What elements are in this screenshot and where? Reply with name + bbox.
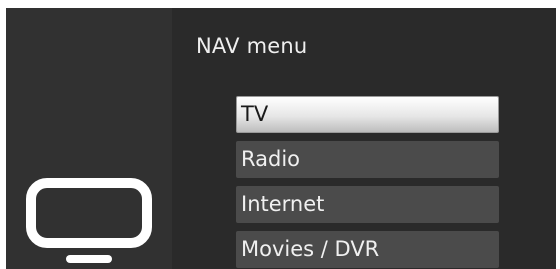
menu-item-label: Movies / DVR — [241, 237, 380, 261]
menu-item-label: Radio — [241, 147, 301, 171]
menu-item-movies-dvr[interactable]: Movies / DVR — [236, 231, 499, 268]
menu-title: NAV menu — [196, 34, 308, 58]
tv-icon-stand — [66, 255, 112, 263]
menu-item-internet[interactable]: Internet — [236, 186, 499, 223]
menu-item-label: Internet — [241, 192, 325, 216]
nav-menu-list: TV Radio Internet Movies / DVR — [236, 96, 499, 269]
tv-icon — [26, 178, 152, 263]
screenshot-frame: NAV menu TV Radio Internet Movies / DVR — [0, 0, 560, 269]
tv-screen: NAV menu TV Radio Internet Movies / DVR — [6, 8, 556, 269]
tv-icon-screen — [26, 178, 152, 248]
menu-item-radio[interactable]: Radio — [236, 141, 499, 178]
menu-item-label: TV — [241, 102, 269, 126]
menu-item-tv[interactable]: TV — [236, 96, 499, 133]
